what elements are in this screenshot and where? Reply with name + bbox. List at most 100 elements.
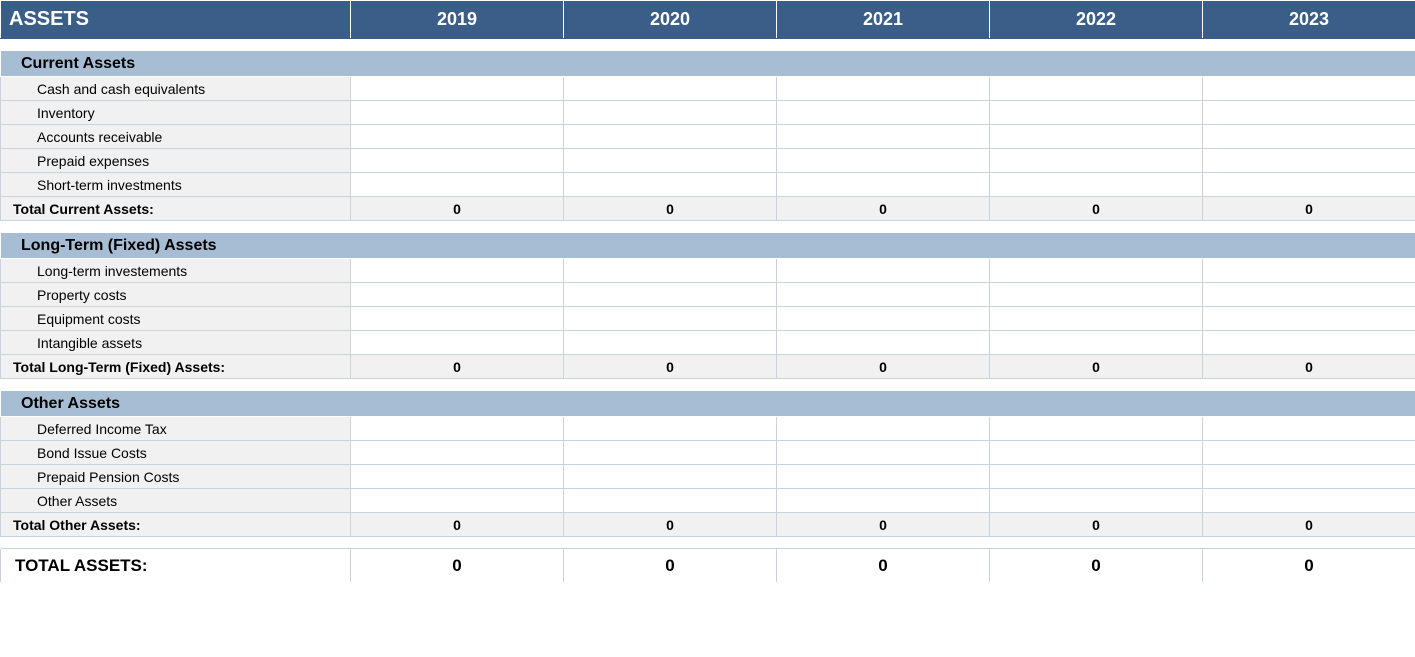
line-item-label: Deferred Income Tax <box>1 417 351 441</box>
line-item-cell[interactable] <box>777 417 990 441</box>
line-item-label: Property costs <box>1 283 351 307</box>
line-item-cell[interactable] <box>777 489 990 513</box>
line-item-cell[interactable] <box>777 101 990 125</box>
line-item-cell[interactable] <box>1203 489 1415 513</box>
line-item-row: Bond Issue Costs <box>1 441 1415 465</box>
line-item-cell[interactable] <box>351 331 564 355</box>
spacer-row <box>1 537 1415 549</box>
line-item-cell[interactable] <box>1203 465 1415 489</box>
line-item-label: Accounts receivable <box>1 125 351 149</box>
line-item-label: Long-term investements <box>1 259 351 283</box>
line-item-cell[interactable] <box>351 307 564 331</box>
line-item-cell[interactable] <box>351 259 564 283</box>
line-item-cell[interactable] <box>777 259 990 283</box>
header-title: ASSETS <box>1 1 351 39</box>
line-item-cell[interactable] <box>351 465 564 489</box>
spacer-row <box>1 39 1415 51</box>
spacer-row <box>1 379 1415 391</box>
section-total-row: Total Long-Term (Fixed) Assets:00000 <box>1 355 1415 379</box>
line-item-cell[interactable] <box>351 125 564 149</box>
line-item-label: Other Assets <box>1 489 351 513</box>
line-item-cell[interactable] <box>564 259 777 283</box>
grand-total-row: TOTAL ASSETS:00000 <box>1 549 1415 583</box>
section-header: Long-Term (Fixed) Assets <box>1 233 1415 259</box>
line-item-cell[interactable] <box>990 77 1203 101</box>
line-item-cell[interactable] <box>990 259 1203 283</box>
line-item-cell[interactable] <box>1203 331 1415 355</box>
line-item-cell[interactable] <box>351 77 564 101</box>
line-item-cell[interactable] <box>564 283 777 307</box>
line-item-cell[interactable] <box>564 125 777 149</box>
line-item-cell[interactable] <box>990 465 1203 489</box>
section-total-label: Total Other Assets: <box>1 513 351 537</box>
line-item-cell[interactable] <box>990 307 1203 331</box>
header-row: ASSETS20192020202120222023 <box>1 1 1415 39</box>
line-item-row: Accounts receivable <box>1 125 1415 149</box>
line-item-cell[interactable] <box>351 149 564 173</box>
line-item-cell[interactable] <box>351 417 564 441</box>
line-item-cell[interactable] <box>990 417 1203 441</box>
line-item-cell[interactable] <box>351 489 564 513</box>
line-item-cell[interactable] <box>564 173 777 197</box>
line-item-row: Intangible assets <box>1 331 1415 355</box>
line-item-cell[interactable] <box>990 173 1203 197</box>
line-item-cell[interactable] <box>990 125 1203 149</box>
line-item-cell[interactable] <box>351 283 564 307</box>
line-item-cell[interactable] <box>1203 283 1415 307</box>
line-item-label: Equipment costs <box>1 307 351 331</box>
line-item-cell[interactable] <box>1203 307 1415 331</box>
line-item-cell[interactable] <box>564 331 777 355</box>
line-item-cell[interactable] <box>777 125 990 149</box>
line-item-cell[interactable] <box>564 465 777 489</box>
line-item-cell[interactable] <box>564 489 777 513</box>
line-item-cell[interactable] <box>1203 125 1415 149</box>
section-title: Other Assets <box>1 391 1415 417</box>
line-item-cell[interactable] <box>777 283 990 307</box>
line-item-cell[interactable] <box>777 465 990 489</box>
section-total-label: Total Long-Term (Fixed) Assets: <box>1 355 351 379</box>
grand-total-value: 0 <box>777 549 990 583</box>
line-item-cell[interactable] <box>777 331 990 355</box>
line-item-cell[interactable] <box>1203 149 1415 173</box>
line-item-cell[interactable] <box>777 149 990 173</box>
section-header: Current Assets <box>1 51 1415 77</box>
line-item-cell[interactable] <box>990 283 1203 307</box>
section-total-row: Total Current Assets:00000 <box>1 197 1415 221</box>
line-item-cell[interactable] <box>564 441 777 465</box>
section-total-value: 0 <box>777 355 990 379</box>
line-item-cell[interactable] <box>1203 259 1415 283</box>
line-item-label: Bond Issue Costs <box>1 441 351 465</box>
header-year: 2021 <box>777 1 990 39</box>
line-item-cell[interactable] <box>990 441 1203 465</box>
line-item-cell[interactable] <box>564 101 777 125</box>
line-item-cell[interactable] <box>1203 417 1415 441</box>
line-item-cell[interactable] <box>351 441 564 465</box>
line-item-cell[interactable] <box>351 173 564 197</box>
line-item-cell[interactable] <box>1203 101 1415 125</box>
spacer-row <box>1 221 1415 233</box>
line-item-cell[interactable] <box>564 77 777 101</box>
line-item-cell[interactable] <box>1203 77 1415 101</box>
line-item-cell[interactable] <box>1203 173 1415 197</box>
grand-total-label: TOTAL ASSETS: <box>1 549 351 583</box>
line-item-cell[interactable] <box>990 101 1203 125</box>
line-item-row: Other Assets <box>1 489 1415 513</box>
line-item-row: Equipment costs <box>1 307 1415 331</box>
section-total-label: Total Current Assets: <box>1 197 351 221</box>
line-item-cell[interactable] <box>990 149 1203 173</box>
line-item-label: Prepaid Pension Costs <box>1 465 351 489</box>
line-item-cell[interactable] <box>1203 441 1415 465</box>
line-item-cell[interactable] <box>564 417 777 441</box>
line-item-cell[interactable] <box>777 77 990 101</box>
line-item-cell[interactable] <box>990 331 1203 355</box>
line-item-cell[interactable] <box>351 101 564 125</box>
line-item-cell[interactable] <box>777 441 990 465</box>
line-item-cell[interactable] <box>777 307 990 331</box>
line-item-cell[interactable] <box>990 489 1203 513</box>
line-item-cell[interactable] <box>777 173 990 197</box>
line-item-label: Intangible assets <box>1 331 351 355</box>
line-item-cell[interactable] <box>564 149 777 173</box>
section-title: Current Assets <box>1 51 1415 77</box>
line-item-cell[interactable] <box>564 307 777 331</box>
header-year: 2019 <box>351 1 564 39</box>
